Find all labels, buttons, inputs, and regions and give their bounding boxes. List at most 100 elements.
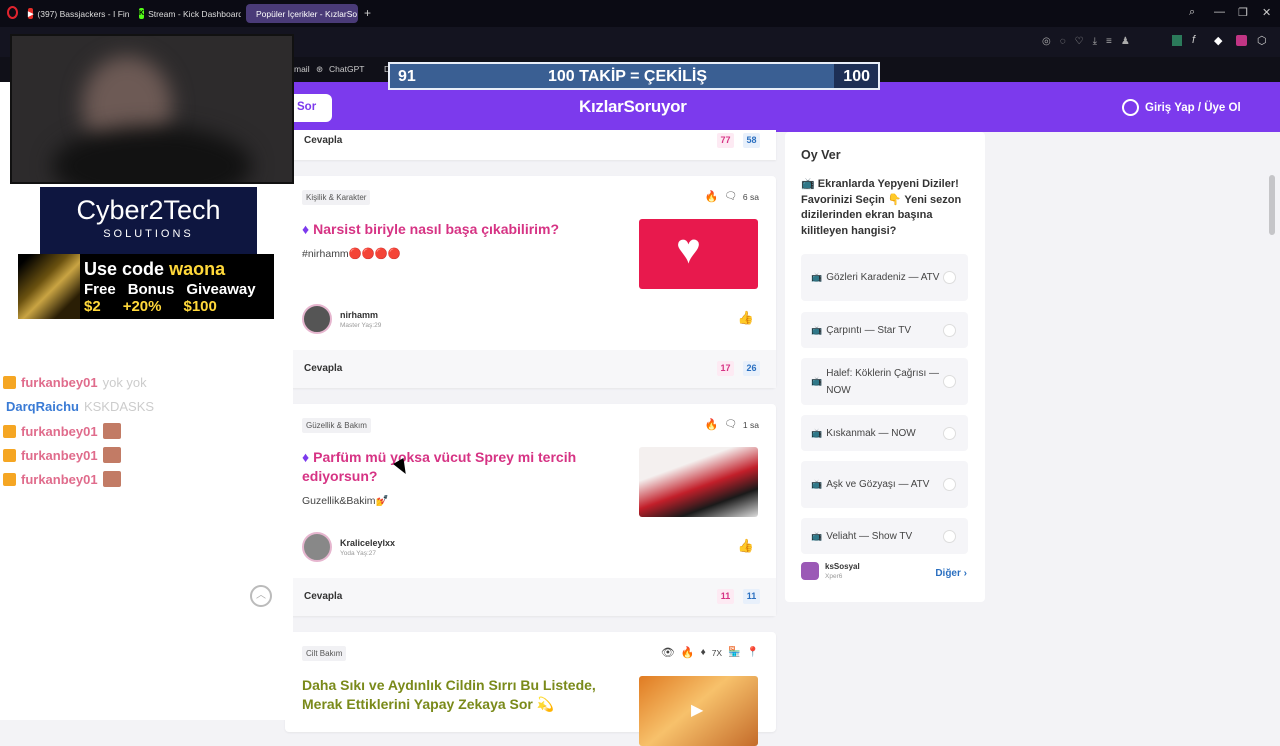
bookmark-chatgpt[interactable]: ChatGPT: [329, 64, 364, 74]
restore-icon[interactable]: ❐: [1238, 6, 1248, 19]
question-card[interactable]: Güzellik & Bakım 🔥 🗨 1 sa ♦ Parfüm mü yok…: [285, 404, 776, 616]
video-thumbnail[interactable]: ▶: [639, 676, 758, 746]
comment-icon: 🗨: [724, 191, 737, 202]
poll-option[interactable]: 📺 Halef: Köklerin Çağrısı — NOW: [801, 358, 968, 405]
goal-current: 91: [398, 68, 416, 85]
chat-message: furkanbey01: [0, 447, 121, 463]
more-link[interactable]: Diğer ›: [935, 568, 967, 579]
answer-button[interactable]: Cevapla: [304, 591, 342, 602]
radio-button[interactable]: [943, 478, 956, 491]
emote-icon: [102, 471, 121, 487]
category-tag[interactable]: Cilt Bakım: [302, 646, 347, 661]
reaction-count: 17: [717, 361, 734, 376]
search-tabs-icon[interactable]: ⌕: [1189, 6, 1195, 19]
post-time: 1 sa: [742, 419, 759, 430]
emote-icon: [102, 423, 121, 439]
badge-count: 7X: [711, 647, 723, 658]
poll-option[interactable]: 📺 Veliaht — Show TV: [801, 518, 968, 554]
goal-target: 100: [843, 68, 870, 85]
chat-text: KSKDASKS: [83, 399, 155, 414]
category-tag[interactable]: Güzellik & Bakım: [302, 418, 371, 433]
answer-row: Cevapla 11 11: [285, 578, 776, 616]
answer-count: 26: [743, 361, 760, 376]
diamond-icon: ♦: [302, 221, 310, 237]
close-icon[interactable]: ✕: [1262, 6, 1271, 19]
tab-kizlarsoruyor[interactable]: Popüler İçerikler - KızlarSo: [246, 4, 358, 23]
author[interactable]: Kraliceleylxx Yoda Yaş:27: [302, 532, 395, 562]
youtube-icon: ▶: [28, 8, 34, 19]
radio-button[interactable]: [943, 529, 956, 543]
poll-option[interactable]: 📺 Aşk ve Gözyaşı — ATV: [801, 461, 968, 508]
sponsor-banner: Cyber2Tech SOLUTIONS: [40, 187, 257, 255]
formula-extension-icon[interactable]: f: [1192, 34, 1195, 46]
chat-username[interactable]: furkanbey01: [21, 472, 98, 487]
chat-username[interactable]: DarqRaichu: [6, 399, 79, 414]
like-icon[interactable]: 👍: [738, 538, 754, 554]
chat-username[interactable]: furkanbey01: [21, 375, 98, 390]
chat-username[interactable]: furkanbey01: [21, 424, 98, 439]
author[interactable]: nirhamm Master Yaş:29: [302, 304, 381, 334]
location-icon: 📍: [746, 647, 759, 658]
avatar: [302, 304, 332, 334]
radio-button[interactable]: [943, 375, 956, 388]
sponsor-sub: SOLUTIONS: [103, 228, 194, 240]
page-scrollbar[interactable]: [1269, 175, 1275, 235]
answer-count: 11: [743, 589, 760, 604]
answer-row: Cevapla 17 26: [285, 350, 776, 388]
user-icon: [1122, 99, 1139, 116]
card-meta: 🔥 🗨 6 sa: [705, 190, 759, 203]
card-meta: 👁 🔥 ♦ 7X 🏪 📍: [661, 646, 759, 659]
cube-extension-icon[interactable]: ⬡: [1257, 34, 1267, 47]
question-title[interactable]: ♦ Parfüm mü yoksa vücut Sprey mi tercih e…: [302, 448, 622, 486]
tv-icon: 📺: [811, 479, 823, 489]
like-icon[interactable]: 👍: [738, 310, 754, 326]
webcam-feed: [10, 34, 294, 184]
tv-icon: 📺: [811, 427, 823, 438]
crown-badge-icon: [3, 472, 16, 486]
chat-message: furkanbey01: [0, 423, 121, 439]
toolbar-icons[interactable]: ◎◌♡⤓≡♟: [1042, 36, 1139, 47]
category-tag[interactable]: Kişilik & Karakter: [302, 190, 371, 205]
sword-icon: [18, 254, 80, 319]
chat-username[interactable]: furkanbey01: [21, 448, 98, 463]
answer-button[interactable]: Cevapla: [304, 135, 342, 146]
site-logo[interactable]: KızlarSoruyor: [579, 97, 687, 117]
scroll-up-icon[interactable]: ︿: [250, 585, 272, 607]
radio-button[interactable]: [943, 323, 956, 337]
author-rank: Yoda Yaş:27: [340, 549, 377, 557]
bookmark-mail[interactable]: mail: [294, 64, 310, 74]
tab-youtube[interactable]: ▶ (397) Bassjackers - I Fink U: [22, 4, 130, 23]
goal-label: 100 TAKİP = ÇEKİLİŞ: [548, 68, 708, 85]
opera-logo-icon[interactable]: [7, 6, 18, 19]
answer-button[interactable]: Cevapla: [304, 363, 342, 374]
chatgpt-icon: ⊛: [316, 64, 324, 74]
question-thumbnail[interactable]: [639, 447, 758, 517]
promo-banner: Use code waona Free Bonus Giveaway $2 +2…: [18, 254, 274, 319]
question-title[interactable]: Daha Sıkı ve Aydınlık Cildin Sırrı Bu Li…: [302, 676, 622, 714]
vpn-extension-icon[interactable]: [1236, 35, 1247, 46]
poll-option[interactable]: 📺 Gözleri Karadeniz — ATV: [801, 254, 968, 301]
poll-option[interactable]: 📺 Kıskanmak — NOW: [801, 415, 968, 451]
extension-icon[interactable]: [1172, 35, 1182, 46]
chat-text: yok yok: [102, 375, 147, 390]
radio-button[interactable]: [943, 271, 956, 284]
question-card[interactable]: Kişilik & Karakter 🔥 🗨 6 sa ♦ Narsist bir…: [285, 176, 776, 388]
diamond-extension-icon[interactable]: ◆: [1214, 34, 1222, 47]
post-time: 6 sa: [742, 191, 759, 202]
ask-button[interactable]: Sor: [292, 94, 332, 122]
poll-question: 📺 Ekranlarda Yepyeni Diziler! Favorinizi…: [801, 178, 962, 237]
fire-icon: 🔥: [680, 647, 695, 659]
question-card[interactable]: Cilt Bakım 👁 🔥 ♦ 7X 🏪 📍 Daha Sıkı ve Ayd…: [285, 632, 776, 746]
new-tab-button[interactable]: +: [364, 6, 371, 20]
question-thumbnail[interactable]: ♥: [639, 219, 758, 289]
tv-icon: 📺: [811, 324, 823, 335]
login-button[interactable]: Giriş Yap / Üye Ol: [1122, 99, 1241, 116]
reaction-count: 77: [717, 133, 734, 148]
question-title[interactable]: ♦ Narsist biriyle nasıl başa çıkabilirim?: [302, 220, 622, 239]
reaction-count: 11: [717, 589, 734, 604]
minimize-icon[interactable]: —: [1214, 6, 1225, 18]
chevron-right-icon: ›: [963, 568, 967, 579]
radio-button[interactable]: [943, 426, 956, 440]
poll-option[interactable]: 📺 Çarpıntı — Star TV: [801, 312, 968, 348]
tab-kick[interactable]: K Stream - Kick Dashboard: [133, 4, 241, 23]
